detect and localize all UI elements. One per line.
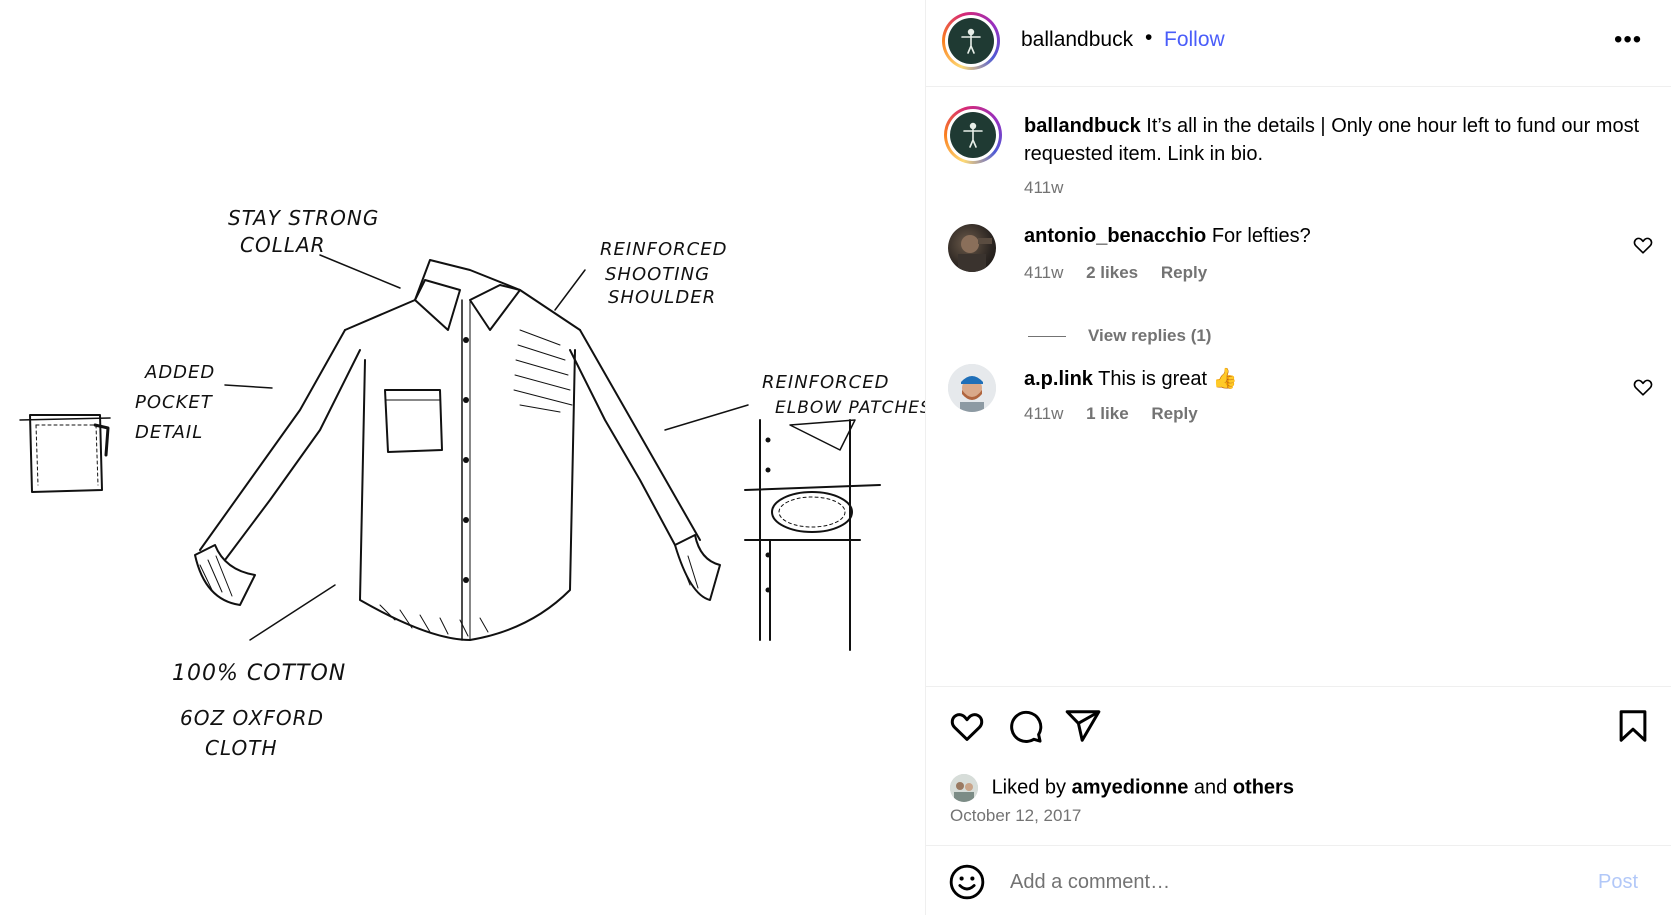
post-header: ballandbuck • Follow ••• (926, 0, 1671, 87)
reply-button[interactable]: Reply (1161, 263, 1207, 282)
comment-body: antonio_benacchio For lefties? (1024, 225, 1311, 248)
shirt-sketch: STAY STRONG COLLAR REINFORCED SHOOTING S… (19, 206, 925, 760)
post-date[interactable]: October 12, 2017 (950, 806, 1081, 826)
user-photo-icon (958, 235, 992, 272)
sketch-label-collar: COLLAR (240, 233, 326, 257)
add-comment-bar: Post (926, 845, 1671, 915)
comment-text: For lefties? (1211, 225, 1311, 247)
like-comment-heart-icon[interactable] (1632, 376, 1654, 398)
sketch-label-pocket: ADDED (144, 362, 215, 383)
liked-by-and: and (1193, 776, 1228, 799)
caption-username[interactable]: ballandbuck (1024, 115, 1141, 137)
comment-likes[interactable]: 1 like (1086, 404, 1129, 423)
liked-by-others[interactable]: others (1233, 776, 1294, 798)
sketch-label-shoulder: SHOOTING (605, 264, 710, 285)
post-image[interactable]: STAY STRONG COLLAR REINFORCED SHOOTING S… (0, 0, 925, 915)
caption-timestamp[interactable]: 411w (1024, 178, 1063, 198)
sketch-label-shoulder: SHOULDER (608, 287, 716, 308)
comment-icon[interactable] (1006, 707, 1044, 745)
heart-icon[interactable] (948, 707, 986, 745)
emoji-icon[interactable] (948, 863, 986, 901)
replies-divider-line (1028, 336, 1066, 338)
comment-username[interactable]: a.p.link (1024, 368, 1093, 390)
comment-text: This is great 👍 (1098, 368, 1238, 390)
view-replies-button[interactable]: View replies (1) (1028, 326, 1211, 346)
sketch-label-collar: STAY STRONG (228, 206, 379, 230)
view-replies-label: View replies (1) (1088, 326, 1212, 345)
hunter-logo-icon (961, 28, 981, 54)
sketch-label-pocket: POCKET (135, 392, 214, 413)
separator-dot: • (1145, 26, 1153, 49)
hunter-logo-icon (963, 122, 983, 148)
like-comment-heart-icon[interactable] (1632, 234, 1654, 256)
liker-avatar[interactable] (950, 774, 978, 802)
post-caption: ballandbuck It’s all in the details | On… (1024, 112, 1644, 168)
liked-by-user[interactable]: amyedionne (1072, 776, 1189, 798)
sketch-label-cotton: 100% COTTON (172, 661, 346, 686)
post-comment-button[interactable]: Post (1598, 871, 1638, 894)
post-author-username[interactable]: ballandbuck (1021, 28, 1133, 52)
sketch-label-shoulder: REINFORCED (600, 239, 727, 260)
caption-avatar-ring[interactable] (944, 106, 1002, 164)
comment-username[interactable]: antonio_benacchio (1024, 225, 1206, 247)
comment-timestamp[interactable]: 411w (1024, 263, 1063, 282)
story-ring[interactable] (942, 12, 1000, 70)
avatar (948, 18, 994, 64)
sketch-label-elbow: REINFORCED (762, 372, 889, 393)
more-options-icon[interactable]: ••• (1614, 26, 1642, 54)
sketch-label-pocket: DETAIL (135, 422, 203, 443)
post-details-panel: ballandbuck • Follow ••• ballandbuck It’… (926, 0, 1671, 915)
reply-button[interactable]: Reply (1151, 404, 1197, 423)
bookmark-icon[interactable] (1614, 707, 1652, 745)
share-icon[interactable] (1064, 707, 1102, 745)
comment-meta: 411w 2 likes Reply (1024, 263, 1225, 283)
comment-likes[interactable]: 2 likes (1086, 263, 1138, 282)
comment-timestamp[interactable]: 411w (1024, 404, 1063, 423)
sketch-label-cotton: 6OZ OXFORD (180, 706, 324, 730)
post-actions: Liked by amyedionne and others October 1… (926, 686, 1671, 845)
user-photo-icon (950, 774, 978, 802)
avatar[interactable] (948, 224, 996, 272)
instagram-post-view: STAY STRONG COLLAR REINFORCED SHOOTING S… (0, 0, 1671, 915)
avatar (950, 112, 996, 158)
comment-body: a.p.link This is great 👍 (1024, 366, 1238, 391)
user-photo-icon (948, 364, 996, 412)
comment-meta: 411w 1 like Reply (1024, 404, 1216, 424)
liked-by-summary: Liked by amyedionne and others (950, 774, 1294, 802)
avatar[interactable] (948, 364, 996, 412)
liked-by-prefix: Liked by (991, 776, 1067, 799)
comment-input[interactable] (1010, 864, 1550, 900)
sketch-label-cotton: CLOTH (205, 736, 278, 760)
sketch-label-elbow: ELBOW PATCHES (775, 398, 925, 418)
comments-section: ballandbuck It’s all in the details | On… (926, 88, 1671, 686)
follow-button[interactable]: Follow (1164, 28, 1225, 52)
